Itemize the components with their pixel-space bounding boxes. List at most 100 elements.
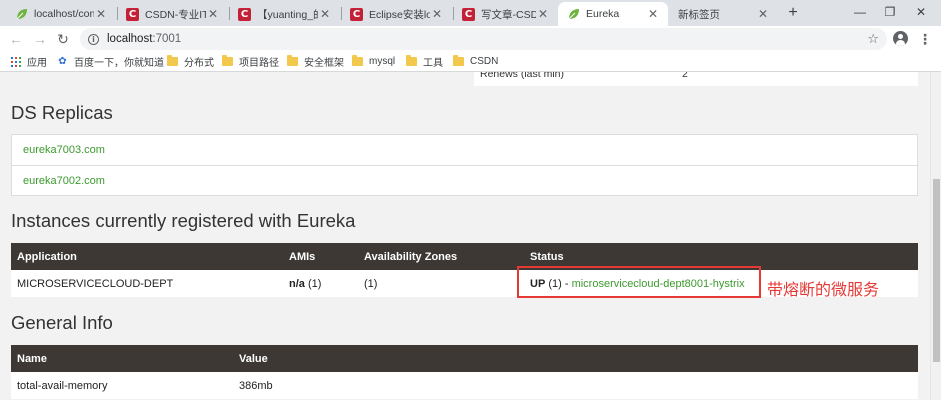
close-icon[interactable]: ✕ (756, 7, 770, 21)
amis-label: n/a (289, 277, 305, 290)
csdn-icon: C (126, 7, 139, 21)
tab-csdn-pro[interactable]: C CSDN-专业IT技 ✕ (118, 2, 228, 26)
col-application: Application (11, 243, 283, 270)
star-icon[interactable]: ☆ (867, 31, 879, 47)
back-button[interactable]: ← (6, 29, 26, 49)
table-header-row: Name Value (11, 345, 918, 372)
bookmark-label: 工具 (423, 58, 443, 69)
tab-eclipse-lombok[interactable]: C Eclipse安装lom ✕ (342, 2, 452, 26)
folder-icon (453, 55, 464, 66)
address-host: localhost (107, 33, 153, 45)
general-info-title: General Info (11, 312, 113, 333)
renews-row: Renews (last min) 2 (474, 72, 918, 86)
tab-title: CSDN-专业IT技 (145, 8, 206, 21)
bookmark-tools[interactable]: 工具 (406, 54, 443, 69)
minimize-button[interactable]: — (845, 2, 875, 22)
scrollbar-thumb[interactable] (933, 179, 940, 362)
col-name: Name (11, 345, 233, 372)
renews-value: 2 (682, 72, 688, 80)
bookmarks-bar: 应用 ✿ 百度一下，你就知道 分布式 项目路径 安全框架 mysql 工具 CS… (0, 51, 941, 72)
apps-icon (11, 56, 21, 67)
tab-title: localhost/conc (34, 8, 94, 20)
bookmark-label: mysql (369, 56, 396, 67)
tab-write-article[interactable]: C 写文章-CSDN博 ✕ (454, 2, 558, 26)
bookmark-apps[interactable]: 应用 (11, 54, 47, 69)
address-bar[interactable]: i localhost:7001 ☆ (80, 28, 887, 50)
col-availability-zones: Availability Zones (358, 243, 524, 270)
bookmark-csdn[interactable]: CSDN (453, 54, 498, 69)
menu-icon[interactable]: ⋮ (918, 30, 932, 48)
restore-button[interactable]: ❐ (875, 2, 905, 22)
bookmark-project-path[interactable]: 项目路径 (222, 54, 279, 69)
instances-title: Instances currently registered with Eure… (11, 210, 356, 231)
csdn-icon: C (238, 7, 251, 21)
close-icon[interactable]: ✕ (430, 7, 444, 21)
reload-button[interactable]: ↻ (53, 29, 73, 49)
tab-strip: localhost/conc ✕ C CSDN-专业IT技 ✕ C 【yuant… (0, 0, 941, 26)
bookmark-label: 百度一下，你就知道 (74, 58, 164, 69)
address-port: :7001 (152, 33, 182, 45)
bookmark-security[interactable]: 安全框架 (287, 54, 344, 69)
close-icon[interactable]: ✕ (94, 7, 108, 21)
tab-localhost-conc[interactable]: localhost/conc ✕ (6, 2, 116, 26)
application-name: MICROSERVICECLOUD-DEPT (11, 270, 283, 297)
bookmark-label: 应用 (27, 58, 47, 69)
tab-title: Eureka (586, 8, 620, 20)
csdn-icon: C (462, 7, 475, 21)
bookmark-label: 安全框架 (304, 58, 344, 69)
spring-leaf-icon (14, 7, 28, 21)
highlight-box (517, 266, 761, 298)
tab-yuanting[interactable]: C 【yuanting_的 ✕ (230, 2, 340, 26)
csdn-icon: C (350, 7, 363, 21)
folder-icon (167, 55, 178, 66)
col-value: Value (233, 345, 918, 372)
tab-title: 【yuanting_的 (257, 8, 318, 21)
bookmark-baidu[interactable]: ✿ 百度一下，你就知道 (57, 54, 164, 69)
tab-new-tab-page[interactable]: 新标签页 ✕ (668, 2, 778, 26)
folder-icon (406, 55, 417, 66)
replica-link[interactable]: eureka7002.com (12, 165, 917, 195)
renews-label: Renews (last min) (480, 72, 565, 80)
zones-cell: (1) (358, 270, 524, 297)
replica-link[interactable]: eureka7003.com (12, 135, 917, 165)
bookmark-label: 分布式 (184, 58, 214, 69)
tab-title: 新标签页 (678, 8, 720, 21)
folder-icon (352, 55, 363, 66)
page-scrollbar[interactable] (930, 72, 941, 400)
account-avatar-icon[interactable] (893, 31, 908, 46)
table-header-row: Application AMIs Availability Zones Stat… (11, 243, 918, 270)
tab-title: 写文章-CSDN博 (481, 8, 536, 21)
amis-cell: n/a (1) (283, 270, 358, 297)
new-tab-button[interactable]: + (784, 4, 802, 22)
browser-toolbar: ← → ↻ i localhost:7001 ☆ ⋮ (0, 26, 941, 51)
ds-replicas-list: eureka7003.com eureka7002.com (11, 134, 918, 196)
general-info-table: Name Value total-avail-memory 386mb (11, 345, 918, 399)
tab-title: Eclipse安装lom (369, 8, 430, 21)
annotation-text: 带熔断的微服务 (767, 280, 880, 299)
arrow-right-icon: → (33, 31, 47, 47)
window-close-button[interactable]: ✕ (906, 2, 936, 22)
bookmark-label: 项目路径 (239, 58, 279, 69)
bookmark-mysql[interactable]: mysql (352, 54, 395, 69)
tab-eureka[interactable]: Eureka ✕ (558, 2, 668, 26)
spring-leaf-icon (566, 7, 580, 21)
folder-icon (222, 55, 233, 66)
table-row: total-avail-memory 386mb (11, 372, 918, 399)
bookmark-label: CSDN (470, 56, 499, 67)
forward-button[interactable]: → (30, 29, 50, 49)
amis-count: (1) (307, 277, 322, 290)
ds-replicas-title: DS Replicas (11, 102, 113, 123)
page-content: Renews (last min) 2 DS Replicas eureka70… (0, 72, 930, 400)
bookmark-distributed[interactable]: 分布式 (167, 54, 214, 69)
folder-icon (287, 55, 298, 66)
arrow-left-icon: ← (9, 31, 23, 47)
close-icon[interactable]: ✕ (646, 7, 660, 21)
col-amis: AMIs (283, 243, 358, 270)
info-value: 386mb (233, 372, 918, 399)
info-icon[interactable]: i (88, 33, 99, 45)
close-icon[interactable]: ✕ (318, 7, 332, 21)
close-icon[interactable]: ✕ (206, 7, 220, 21)
reload-icon: ↻ (57, 31, 69, 47)
close-icon[interactable]: ✕ (536, 7, 550, 21)
info-name: total-avail-memory (11, 372, 233, 399)
